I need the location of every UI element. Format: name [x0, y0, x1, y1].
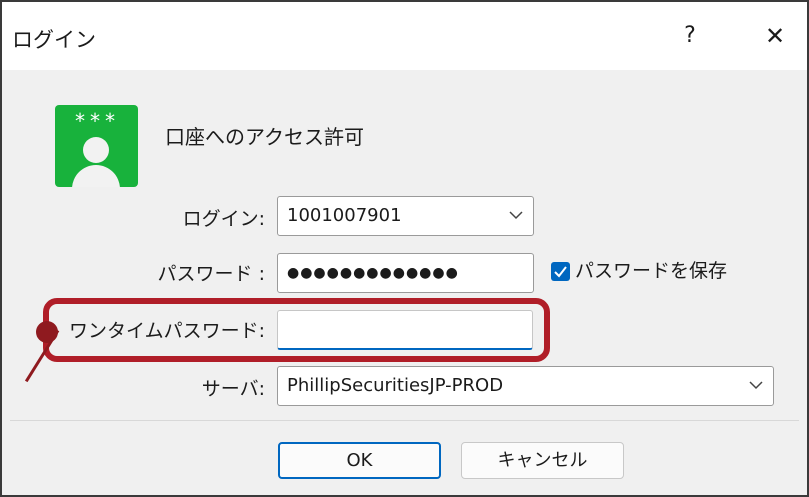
server-value: PhillipSecuritiesJP-PROD: [287, 375, 504, 396]
password-field[interactable]: ●●●●●●●●●●●●●: [277, 253, 534, 293]
login-dialog: ログイン ? ✕: [0, 0, 809, 497]
server-label: サーバ:: [201, 378, 265, 400]
ok-button[interactable]: OK: [278, 442, 441, 479]
chevron-down-icon[interactable]: [747, 376, 765, 394]
cancel-button[interactable]: キャンセル: [461, 442, 624, 479]
chevron-down-icon[interactable]: [507, 206, 525, 224]
window-title: ログイン: [12, 28, 96, 52]
save-password-label[interactable]: パスワードを保存: [575, 256, 727, 283]
password-value: ●●●●●●●●●●●●●: [287, 265, 459, 281]
otp-highlight-frame: [43, 298, 550, 362]
server-select[interactable]: PhillipSecuritiesJP-PROD: [277, 366, 774, 406]
title-bar: ログイン ? ✕: [2, 2, 807, 70]
login-value: 1001007901: [287, 205, 402, 226]
password-label: パスワード :: [157, 263, 265, 285]
save-password-checkbox[interactable]: [551, 262, 570, 281]
annotation-pointer-dot: [36, 321, 58, 343]
account-access-icon: ***: [55, 105, 138, 187]
dialog-heading: 口座へのアクセス許可: [165, 125, 364, 149]
icon-stars: ***: [73, 109, 120, 133]
close-button[interactable]: ✕: [757, 16, 793, 56]
user-shoulders-shape: [72, 165, 120, 187]
login-label: ログイン:: [182, 208, 265, 230]
user-head-shape: [83, 137, 109, 163]
login-select[interactable]: 1001007901: [277, 196, 534, 236]
help-button[interactable]: ?: [672, 16, 708, 56]
checkmark-icon: [554, 266, 567, 278]
separator-line: [10, 420, 799, 421]
